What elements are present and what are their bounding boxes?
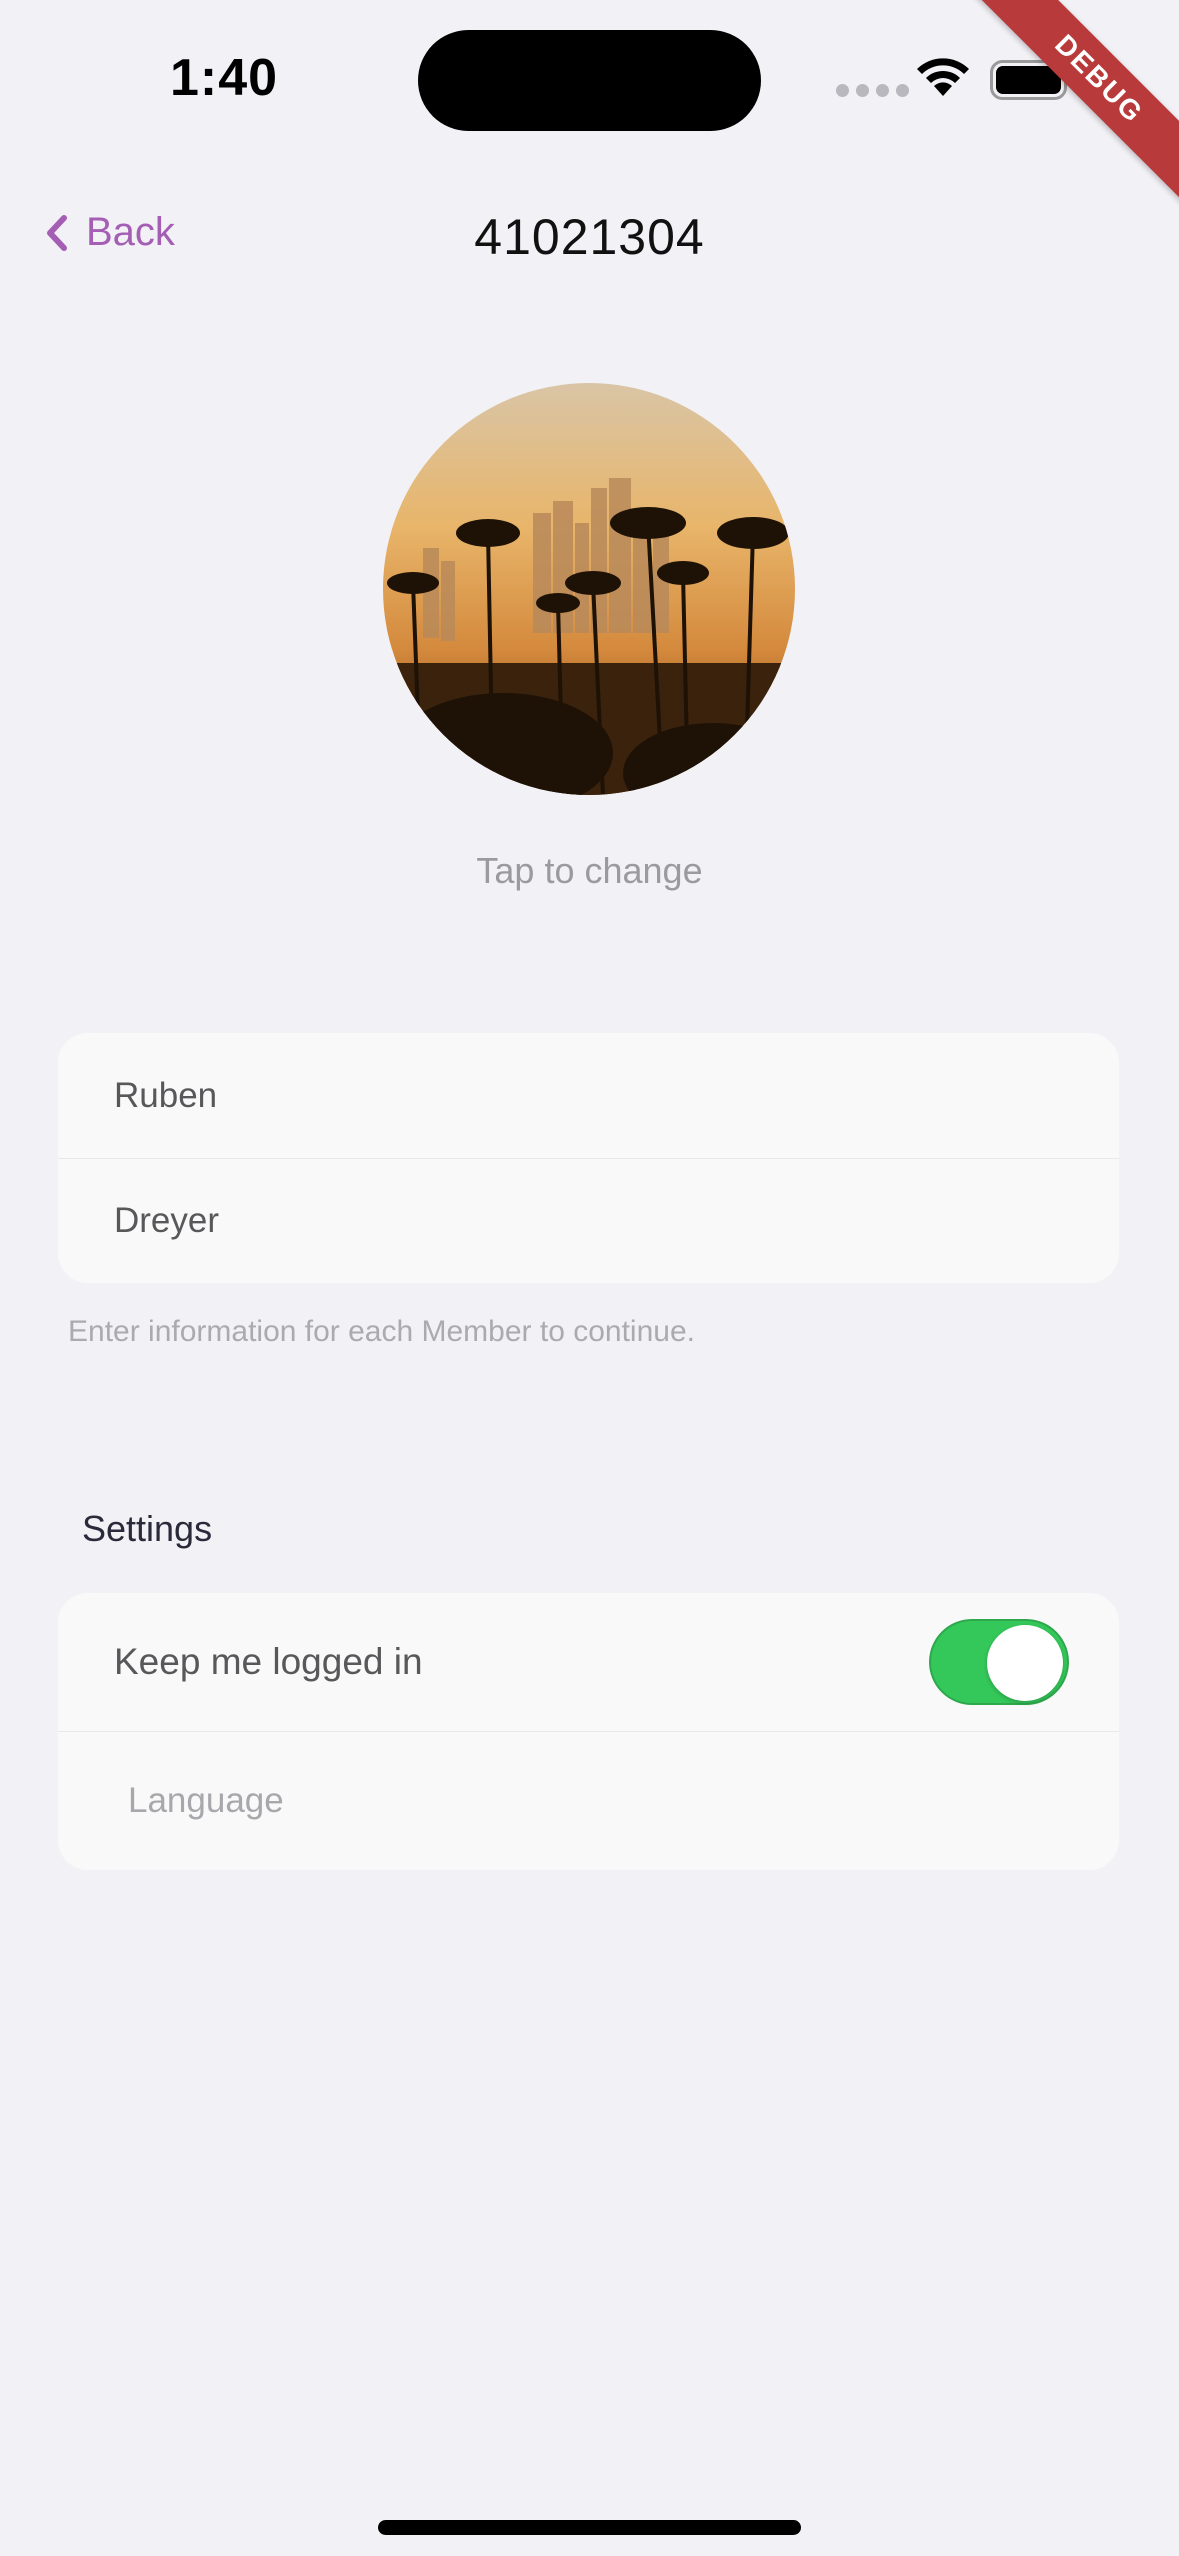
keep-logged-in-toggle[interactable] xyxy=(929,1619,1069,1705)
signal-dots-icon xyxy=(836,84,909,97)
avatar-image[interactable] xyxy=(383,383,795,795)
language-field[interactable]: Language xyxy=(58,1731,1119,1870)
home-indicator[interactable] xyxy=(378,2520,801,2535)
last-name-field[interactable]: Dreyer xyxy=(58,1158,1119,1283)
wifi-icon xyxy=(917,58,969,96)
settings-group: Keep me logged in Language xyxy=(58,1593,1119,1870)
status-time: 1:40 xyxy=(170,49,279,107)
tap-to-change-label[interactable]: Tap to change xyxy=(0,850,1179,892)
page-title: 41021304 xyxy=(474,209,705,265)
debug-ribbon: DEBUG xyxy=(973,0,1179,205)
helper-text: Enter information for each Member to con… xyxy=(68,1315,695,1348)
settings-header: Settings xyxy=(82,1508,213,1549)
toggle-knob xyxy=(987,1625,1063,1701)
profile-screen: 1:40 DEBUG Back 41021304 Tap to change R… xyxy=(0,0,1179,2556)
first-name-field[interactable]: Ruben xyxy=(58,1033,1119,1158)
member-info-group: Ruben Dreyer xyxy=(58,1033,1119,1283)
keep-logged-in-row: Keep me logged in xyxy=(58,1593,1119,1731)
dynamic-island xyxy=(418,30,761,131)
keep-logged-in-label: Keep me logged in xyxy=(114,1641,423,1682)
